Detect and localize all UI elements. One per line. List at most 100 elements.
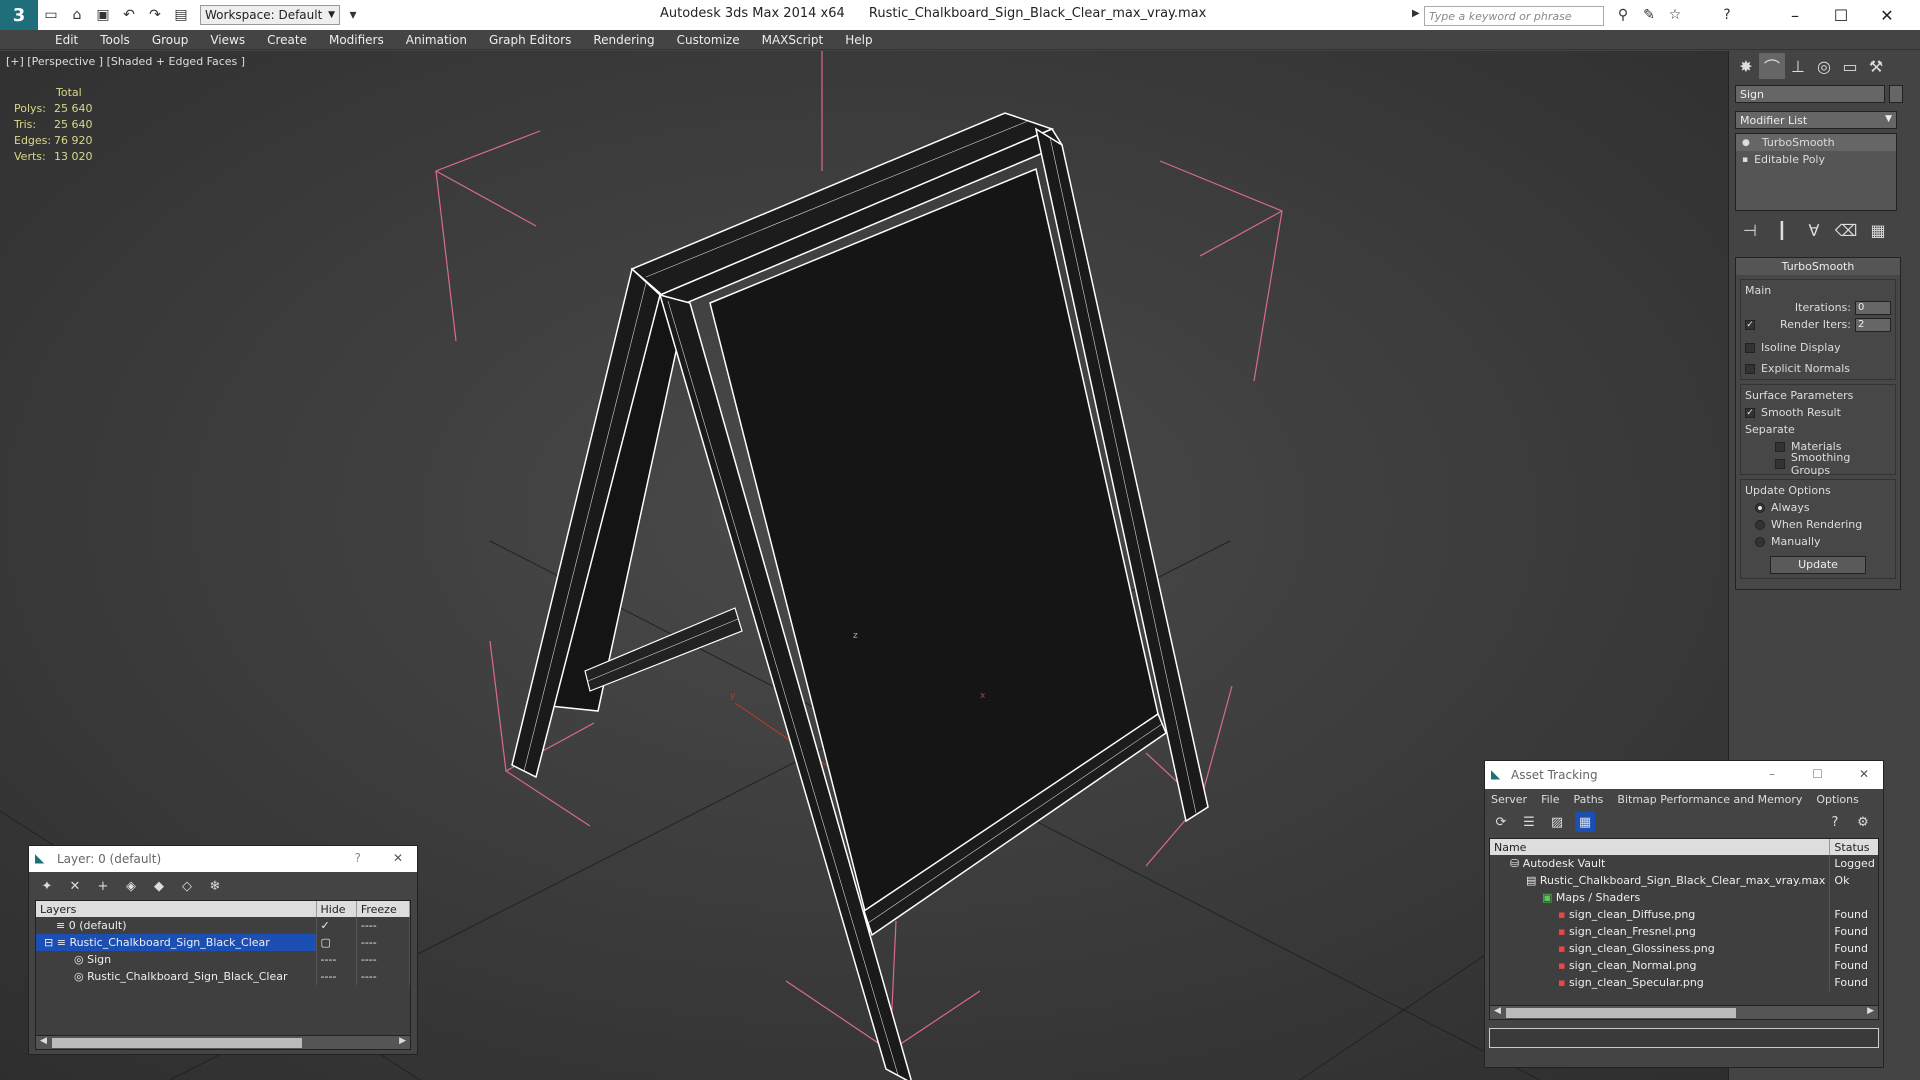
search-expand-icon[interactable]: ▶: [1412, 8, 1420, 19]
pin-stack-icon[interactable]: ⊣: [1737, 217, 1763, 243]
add-to-layer-icon[interactable]: +: [93, 876, 113, 896]
search-input[interactable]: Type a keyword or phrase: [1424, 6, 1604, 26]
column-hide[interactable]: Hide: [316, 901, 357, 917]
new-file-icon[interactable]: ▭: [40, 4, 62, 26]
when-rendering-radio[interactable]: [1755, 519, 1765, 530]
minimize-icon[interactable]: –: [1769, 767, 1775, 781]
display-tab-icon[interactable]: ▭: [1837, 53, 1863, 79]
modifier-list-dropdown[interactable]: Modifier List ▼: [1735, 111, 1897, 129]
help-icon[interactable]: ?: [355, 851, 361, 865]
freeze-toggle[interactable]: ----: [356, 934, 411, 951]
freeze-all-icon[interactable]: ❄: [205, 876, 225, 896]
asset-row[interactable]: ⛁ Autodesk Vault Logged Ou: [1490, 855, 1878, 872]
object-color-swatch[interactable]: [1889, 85, 1903, 103]
close-icon[interactable]: ✕: [1864, 0, 1910, 30]
smoothing-groups-checkbox[interactable]: [1775, 458, 1785, 469]
open-file-icon[interactable]: ⌂: [66, 4, 88, 26]
quick-access-menu-icon[interactable]: ▾: [342, 4, 364, 26]
render-iters-spinner[interactable]: 2: [1855, 317, 1891, 332]
project-folder-icon[interactable]: ▤: [170, 4, 192, 26]
scroll-thumb[interactable]: [1506, 1008, 1736, 1018]
viewport-label[interactable]: [+] [Perspective ] [Shaded + Edged Faces…: [6, 55, 245, 68]
scroll-left-icon[interactable]: ◀: [40, 1036, 47, 1046]
object-name-field[interactable]: Sign: [1735, 85, 1885, 103]
hide-all-icon[interactable]: ◇: [177, 876, 197, 896]
maximize-icon[interactable]: ☐: [1818, 0, 1864, 30]
collapse-icon[interactable]: ⊟: [44, 936, 57, 949]
explicit-normals-checkbox[interactable]: [1745, 363, 1755, 374]
app-logo-icon[interactable]: 3: [0, 0, 38, 30]
menu-tools[interactable]: Tools: [100, 33, 130, 47]
scroll-thumb[interactable]: [52, 1038, 302, 1048]
close-icon[interactable]: ✕: [393, 851, 403, 865]
delete-layer-icon[interactable]: ✕: [65, 876, 85, 896]
freeze-toggle[interactable]: ----: [356, 917, 411, 934]
undo-icon[interactable]: ↶: [118, 4, 140, 26]
menu-maxscript[interactable]: MAXScript: [762, 33, 824, 47]
help-icon[interactable]: ?: [1825, 812, 1845, 832]
hierarchy-tab-icon[interactable]: ⊥: [1785, 53, 1811, 79]
layer-list-scrollbar[interactable]: ◀ ▶: [36, 1035, 410, 1049]
menu-views[interactable]: Views: [210, 33, 245, 47]
menu-create[interactable]: Create: [267, 33, 307, 47]
create-layer-icon[interactable]: ✦: [37, 876, 57, 896]
asset-menu-server[interactable]: Server: [1491, 793, 1527, 806]
freeze-toggle[interactable]: ----: [356, 951, 411, 968]
menu-modifiers[interactable]: Modifiers: [329, 33, 384, 47]
refresh-icon[interactable]: ⟳: [1491, 812, 1511, 832]
stack-item-editable-poly[interactable]: ▪ Editable Poly: [1736, 151, 1896, 168]
hide-toggle[interactable]: ----: [316, 951, 357, 968]
layer-row[interactable]: ◎ Sign ---- ----: [36, 951, 411, 968]
menu-customize[interactable]: Customize: [677, 33, 740, 47]
scroll-right-icon[interactable]: ▶: [1867, 1006, 1874, 1016]
render-iters-checkbox[interactable]: ✓: [1745, 319, 1755, 330]
table-view-icon[interactable]: ▦: [1575, 812, 1595, 832]
smooth-result-checkbox[interactable]: ✓: [1745, 407, 1755, 418]
menu-animation[interactable]: Animation: [406, 33, 467, 47]
lightbulb-icon[interactable]: ●: [1742, 138, 1750, 148]
update-button[interactable]: Update: [1770, 556, 1866, 574]
configure-sets-icon[interactable]: ▦: [1865, 217, 1891, 243]
layer-row[interactable]: ⊟ ≡ Rustic_Chalkboard_Sign_Black_Clear ▢…: [36, 934, 411, 951]
favorites-star-icon[interactable]: ☆: [1664, 4, 1686, 26]
asset-row[interactable]: ▪ sign_clean_Glossiness.png Found: [1490, 940, 1878, 957]
asset-row[interactable]: ▣ Maps / Shaders: [1490, 889, 1878, 906]
hide-toggle[interactable]: ----: [316, 968, 357, 985]
asset-row[interactable]: ▤ Rustic_Chalkboard_Sign_Black_Clear_max…: [1490, 872, 1878, 889]
materials-checkbox[interactable]: [1775, 441, 1785, 452]
layer-row[interactable]: ≡ 0 (default) ✓ ----: [36, 917, 411, 934]
help-about-icon[interactable]: ⚙: [1853, 812, 1873, 832]
menu-edit[interactable]: Edit: [55, 33, 78, 47]
column-status[interactable]: Status: [1829, 839, 1878, 855]
column-name[interactable]: Name: [1490, 839, 1831, 855]
hide-toggle[interactable]: ▢: [316, 934, 357, 951]
stack-item-turbosmooth[interactable]: ● TurboSmooth: [1736, 134, 1896, 151]
always-radio[interactable]: [1755, 502, 1765, 513]
scroll-left-icon[interactable]: ◀: [1494, 1006, 1501, 1016]
modify-tab-icon[interactable]: ⌒: [1759, 53, 1785, 79]
manually-radio[interactable]: [1755, 536, 1765, 547]
show-end-result-icon[interactable]: ┃: [1769, 217, 1795, 243]
workspace-dropdown[interactable]: Workspace: Default ▼: [200, 5, 340, 25]
utilities-tab-icon[interactable]: ⚒: [1863, 53, 1889, 79]
scroll-right-icon[interactable]: ▶: [399, 1036, 406, 1046]
hide-toggle[interactable]: ✓: [316, 917, 357, 934]
communication-center-icon[interactable]: ✎: [1638, 4, 1660, 26]
expand-plus-icon[interactable]: ▪: [1742, 155, 1748, 165]
layer-window-titlebar[interactable]: ◣ Layer: 0 (default) ? ✕: [29, 846, 417, 872]
asset-menu-file[interactable]: File: [1541, 793, 1559, 806]
iterations-spinner[interactable]: 0: [1855, 300, 1891, 315]
motion-tab-icon[interactable]: ◎: [1811, 53, 1837, 79]
menu-rendering[interactable]: Rendering: [593, 33, 654, 47]
make-unique-icon[interactable]: ∀: [1801, 217, 1827, 243]
asset-menu-bitmap[interactable]: Bitmap Performance and Memory: [1617, 793, 1802, 806]
close-icon[interactable]: ✕: [1859, 767, 1869, 781]
freeze-toggle[interactable]: ----: [356, 968, 411, 985]
binoculars-icon[interactable]: ⚲: [1612, 4, 1634, 26]
asset-menu-options[interactable]: Options: [1816, 793, 1858, 806]
asset-row[interactable]: ▪ sign_clean_Normal.png Found: [1490, 957, 1878, 974]
isoline-checkbox[interactable]: [1745, 342, 1755, 353]
select-objects-icon[interactable]: ◈: [121, 876, 141, 896]
redo-icon[interactable]: ↷: [144, 4, 166, 26]
thumbnail-view-icon[interactable]: ▨: [1547, 812, 1567, 832]
